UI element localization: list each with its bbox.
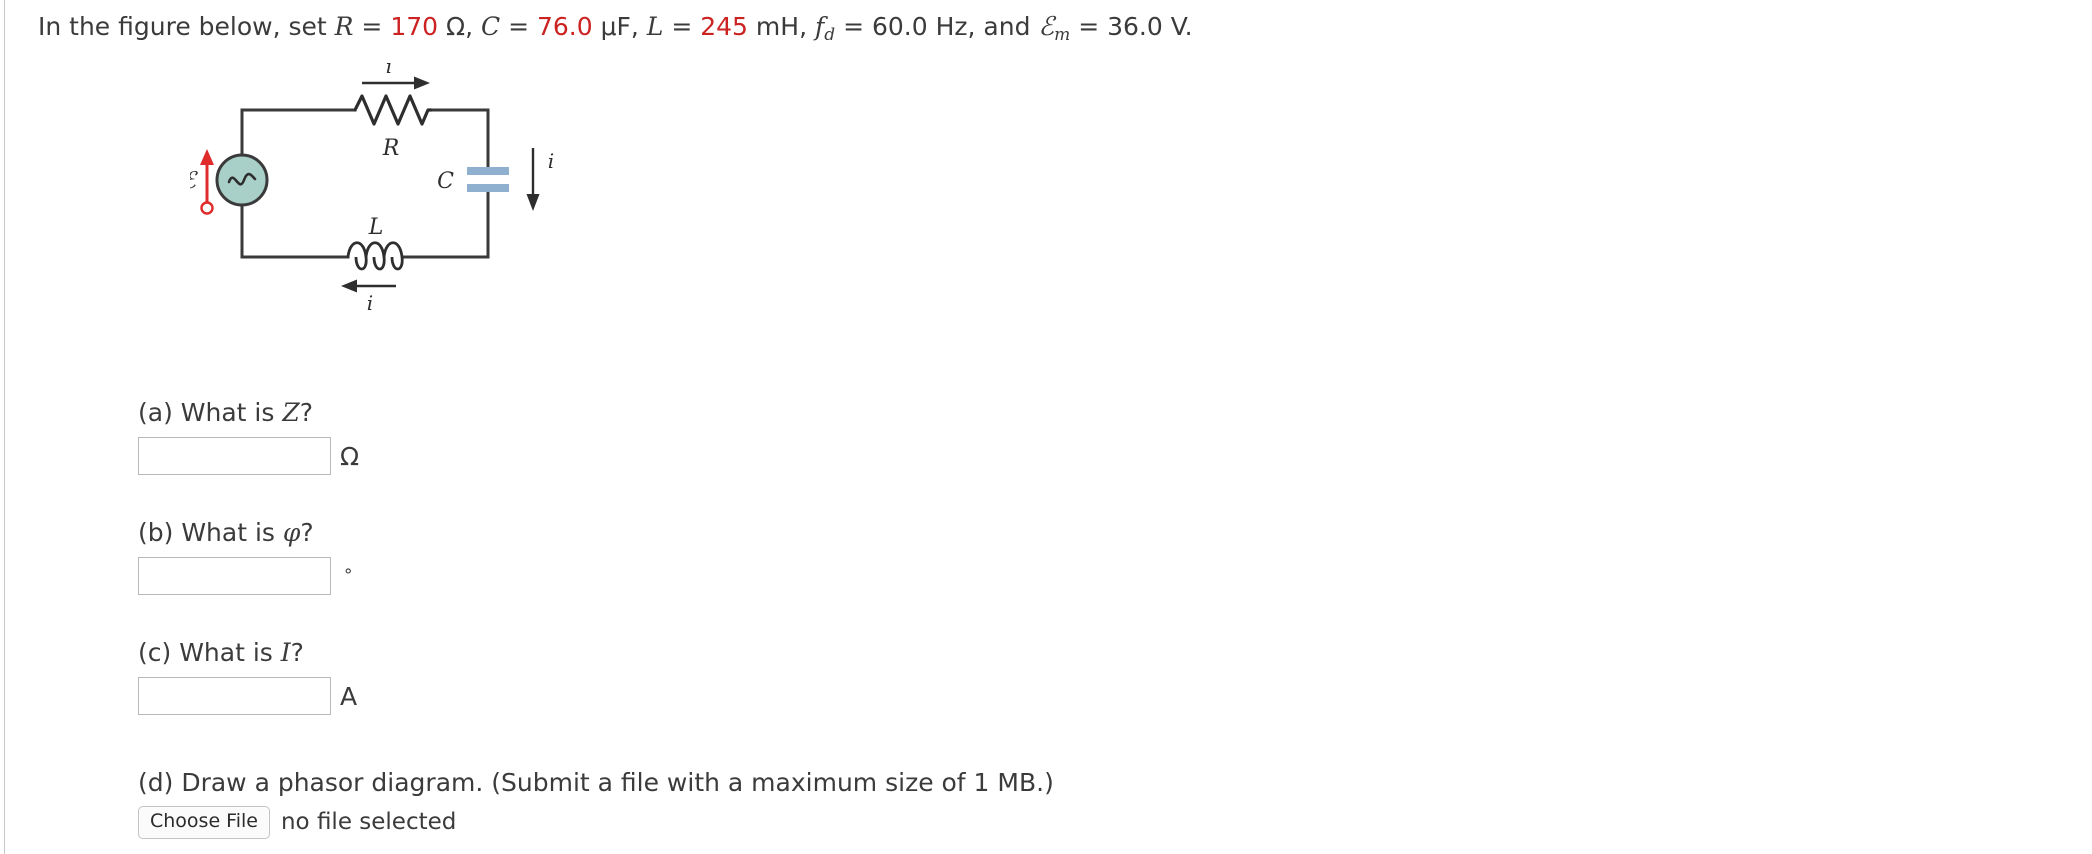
eq-fd: =: [835, 12, 872, 41]
question-a-variable: Z: [282, 398, 300, 427]
unit-fd: Hz, and: [927, 12, 1039, 41]
subscript-emf: m: [1054, 24, 1071, 45]
question-c-suffix: ?: [290, 638, 304, 667]
question-d-label: (d) Draw a phasor diagram. (Submit a fil…: [138, 768, 1054, 797]
answer-input-impedance[interactable]: [138, 437, 331, 475]
inductor-symbol: [346, 241, 404, 271]
question-c-answer-row: A: [138, 677, 357, 715]
answer-unit-ampere: A: [340, 681, 358, 711]
problem-statement: In the figure below, set R = 170 Ω, C = …: [38, 10, 1193, 52]
current-label-right: i: [548, 149, 554, 173]
question-c-label: (c) What is I?: [138, 638, 357, 668]
symbol-fd: f: [814, 12, 825, 41]
resistor-symbol: [353, 94, 433, 126]
question-c: (c) What is I? A: [138, 638, 357, 715]
symbol-emf: ℰ: [1038, 12, 1055, 42]
unit-C: μF,: [592, 12, 647, 41]
value-L: 245: [700, 12, 748, 41]
question-a: (a) What is Z? Ω: [138, 398, 359, 475]
answer-input-phase-angle[interactable]: [138, 557, 331, 595]
value-fd: 60.0: [871, 12, 928, 41]
question-c-prefix: (c) What is: [138, 638, 281, 667]
circuit-svg: R i L i C i: [182, 54, 554, 315]
capacitor-label: C: [437, 169, 454, 194]
value-R: 170: [390, 12, 439, 41]
symbol-C: C: [481, 12, 501, 41]
answer-unit-ohm: Ω: [340, 441, 360, 471]
current-arrow-top: [362, 76, 430, 90]
symbol-L: L: [646, 12, 664, 41]
answer-input-current[interactable]: [138, 677, 331, 715]
emf-arrow-icon: [200, 149, 214, 215]
question-a-prefix: (a) What is: [138, 398, 283, 427]
file-status-text: no file selected: [280, 809, 457, 836]
choose-file-button[interactable]: Choose File: [138, 806, 270, 839]
resistor-label: R: [382, 136, 400, 161]
answer-unit-degree: °: [344, 565, 353, 586]
page-left-border: [4, 0, 5, 854]
statement-intro: In the figure below, set: [38, 12, 335, 41]
emf-label: ℰ: [190, 168, 198, 194]
question-b-suffix: ?: [300, 518, 314, 547]
question-d: (d) Draw a phasor diagram. (Submit a fil…: [138, 768, 1054, 839]
value-C: 76.0: [536, 12, 593, 41]
eq-L: =: [663, 12, 701, 41]
question-a-label: (a) What is Z?: [138, 398, 359, 428]
question-b-prefix: (b) What is: [138, 518, 283, 547]
eq-R: =: [353, 12, 391, 41]
question-b-variable: φ: [282, 518, 301, 547]
current-arrow-right: [526, 148, 540, 211]
eq-emf: =: [1070, 12, 1108, 41]
value-emf: 36.0: [1107, 12, 1163, 41]
file-upload-row: Choose File no file selected: [138, 806, 1054, 839]
unit-R: Ω,: [438, 12, 481, 41]
question-b-answer-row: °: [138, 557, 353, 595]
question-a-answer-row: Ω: [138, 437, 359, 475]
subscript-fd: d: [824, 24, 836, 45]
current-label-top: i: [386, 62, 392, 78]
rlc-circuit-figure: R i L i C i: [182, 54, 710, 315]
question-c-variable: I: [280, 638, 291, 667]
inductor-label: L: [368, 215, 384, 240]
ac-source-symbol: [215, 153, 269, 207]
current-label-bottom: i: [367, 291, 373, 312]
eq-C: =: [500, 12, 537, 41]
unit-emf: V.: [1162, 12, 1193, 41]
symbol-R: R: [334, 12, 354, 41]
question-a-suffix: ?: [299, 398, 313, 427]
question-b: (b) What is φ? °: [138, 518, 353, 595]
unit-L: mH,: [747, 12, 815, 41]
capacitor-symbol: [467, 167, 509, 192]
question-b-label: (b) What is φ?: [138, 518, 353, 548]
